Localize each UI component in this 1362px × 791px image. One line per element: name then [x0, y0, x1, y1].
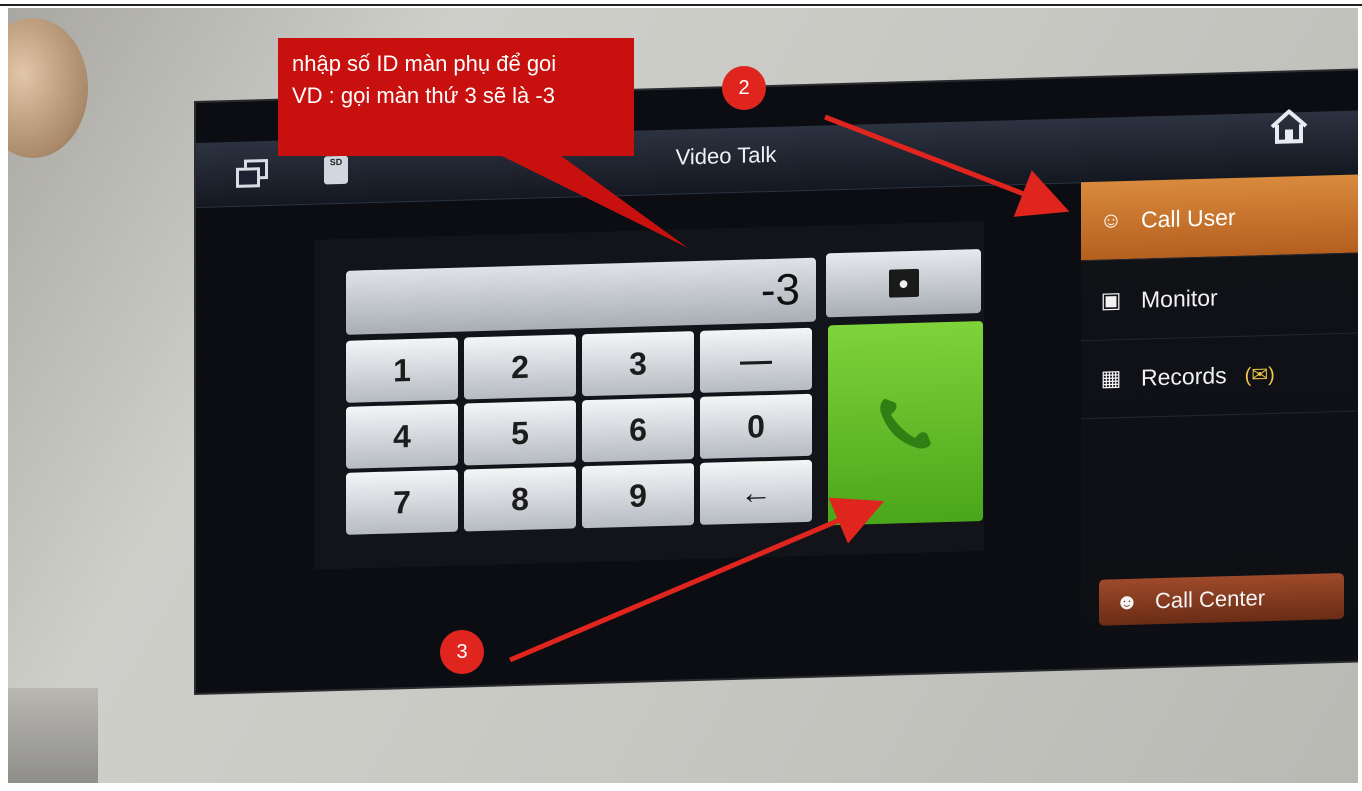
arrow-to-call-button — [509, 497, 885, 663]
step-badge-3: 3 — [440, 630, 484, 674]
note-line-2: VD : gọi màn thứ 3 sẽ là -3 — [292, 83, 555, 108]
arrow-to-call-user — [824, 114, 1070, 217]
note-pointer — [500, 155, 688, 248]
instruction-note: nhập số ID màn phụ để goi VD : gọi màn t… — [278, 38, 634, 156]
step-badge-2: 2 — [722, 66, 766, 110]
note-line-1: nhập số ID màn phụ để goi — [292, 51, 557, 76]
annotation-arrows — [500, 114, 1070, 663]
